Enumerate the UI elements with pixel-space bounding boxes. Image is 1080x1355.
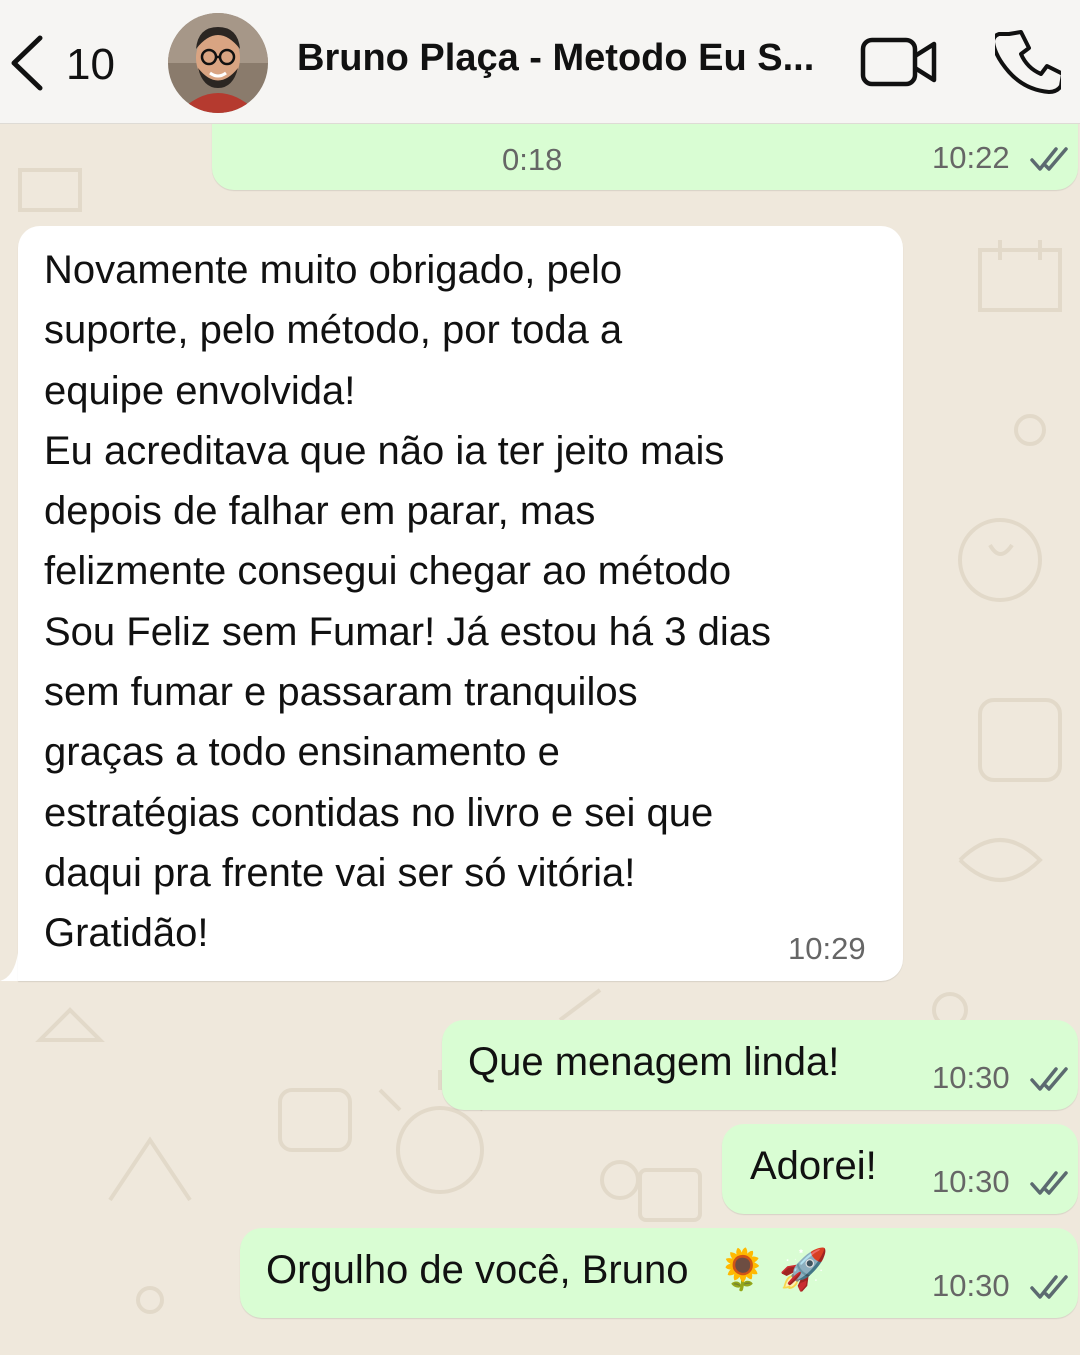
outgoing-message-bubble[interactable]: Adorei! 10:30 <box>722 1124 1078 1214</box>
message-line: Gratidão! <box>44 911 209 956</box>
message-line: Novamente muito obrigado, pelo <box>44 248 623 292</box>
unread-count: 10 <box>66 40 115 89</box>
message-time: 10:22 <box>932 140 1010 175</box>
read-ticks-icon <box>1030 1171 1068 1195</box>
outgoing-message-bubble[interactable]: Orgulho de você, Bruno 🌻 🚀 10:30 <box>240 1228 1078 1318</box>
phone-icon <box>991 30 1065 94</box>
message-time: 10:30 <box>932 1060 1010 1095</box>
read-ticks-icon <box>1030 147 1068 171</box>
message-line: equipe envolvida! <box>44 368 356 413</box>
message-time: 10:30 <box>932 1268 1010 1303</box>
message-time: 10:29 <box>788 931 866 966</box>
message-line: graças a todo ensinamento e <box>44 730 560 775</box>
sunflower-rocket-emoji: 🌻 🚀 <box>717 1248 829 1292</box>
message-line: felizmente consegui chegar ao método <box>44 549 732 594</box>
audio-duration: 0:18 <box>502 142 563 177</box>
chevron-left-icon <box>11 35 43 91</box>
video-call-button[interactable] <box>860 36 940 88</box>
message-line: sem fumar e passaram tranquilos <box>44 670 638 715</box>
outgoing-message-text: Que menagem linda! <box>468 1040 840 1084</box>
message-line: Sou Feliz sem Fumar! Já estou há 3 dias <box>44 609 771 654</box>
outgoing-message-text: Adorei! <box>750 1144 877 1188</box>
message-line: suporte, pelo método, por toda a <box>44 308 623 353</box>
message-time: 10:30 <box>932 1164 1010 1199</box>
message-text: Orgulho de você, Bruno <box>266 1248 689 1292</box>
video-camera-icon <box>860 37 937 87</box>
read-ticks-icon <box>1030 1275 1068 1299</box>
voice-call-button[interactable] <box>991 28 1065 94</box>
message-line: Eu acreditava que não ia ter jeito mais <box>44 428 725 473</box>
read-ticks-icon <box>1030 1067 1068 1091</box>
outgoing-message-text: Orgulho de você, Bruno 🌻 🚀 <box>266 1240 828 1300</box>
outgoing-message-bubble[interactable]: Que menagem linda! 10:30 <box>442 1020 1078 1110</box>
message-line: daqui pra frente vai ser só vitória! <box>44 850 636 895</box>
message-line: depois de falhar em parar, mas <box>44 489 596 534</box>
message-line: estratégias contidas no livro e sei que <box>44 790 714 835</box>
chat-header: 10 Bruno Plaça - Metodo Eu S... <box>0 0 1080 124</box>
contact-avatar[interactable] <box>168 13 268 113</box>
incoming-message-text: Novamente muito obrigado, pelo suporte, … <box>44 240 771 964</box>
chat-title[interactable]: Bruno Plaça - Metodo Eu S... <box>297 37 837 80</box>
avatar-image <box>168 13 268 113</box>
back-button[interactable]: 10 <box>6 28 126 98</box>
incoming-message-bubble[interactable]: Novamente muito obrigado, pelo suporte, … <box>18 226 903 981</box>
